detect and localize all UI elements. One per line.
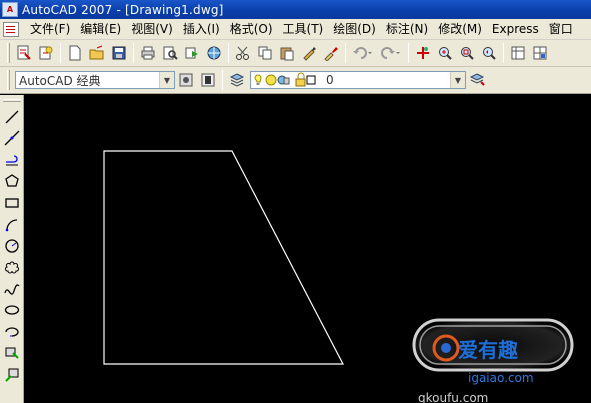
- pan-icon[interactable]: [413, 43, 433, 63]
- polygon-icon[interactable]: [2, 171, 22, 193]
- insert-block-icon[interactable]: [2, 343, 22, 365]
- make-object-layer-current-icon[interactable]: [467, 70, 487, 90]
- properties-icon[interactable]: [508, 43, 528, 63]
- redo-icon[interactable]: [378, 43, 404, 63]
- chevron-down-icon[interactable]: ▼: [159, 72, 174, 88]
- watermark-url: igaiao.com: [468, 371, 534, 385]
- site-watermark: 爱有趣 igaiao.com qkoufu.com: [406, 316, 591, 403]
- make-block-icon[interactable]: [2, 364, 22, 386]
- paste-icon[interactable]: [277, 43, 297, 63]
- standard-toolbar: [0, 40, 591, 67]
- menu-tools[interactable]: 工具(T): [278, 19, 329, 40]
- 3d-dwf-icon[interactable]: [204, 43, 224, 63]
- workspace-value: AutoCAD 经典: [19, 73, 101, 88]
- autocad-app-icon[interactable]: A: [2, 2, 18, 17]
- menu-dimension[interactable]: 标注(N): [381, 19, 433, 40]
- design-center-icon[interactable]: [530, 43, 550, 63]
- menu-express[interactable]: Express: [487, 19, 544, 40]
- zoom-realtime-icon[interactable]: [435, 43, 455, 63]
- watermark-subtext: qkoufu.com: [418, 391, 488, 403]
- menu-window[interactable]: 窗口: [544, 19, 578, 40]
- menu-edit[interactable]: 编辑(E): [75, 19, 126, 40]
- plot-preview-icon[interactable]: [36, 43, 56, 63]
- menu-file[interactable]: 文件(F): [25, 19, 75, 40]
- arc-icon[interactable]: [2, 214, 22, 236]
- window-title: AutoCAD 2007 - [Drawing1.dwg]: [22, 2, 224, 17]
- save-icon[interactable]: [109, 43, 129, 63]
- draw-toolbar: [0, 95, 24, 403]
- revision-cloud-icon[interactable]: [2, 257, 22, 279]
- menu-format[interactable]: 格式(O): [225, 19, 278, 40]
- toolbar-grip[interactable]: [7, 43, 10, 63]
- document-icon[interactable]: [3, 21, 19, 37]
- zoom-window-icon[interactable]: [457, 43, 477, 63]
- menu-modify[interactable]: 修改(M): [433, 19, 487, 40]
- ellipse-icon[interactable]: [2, 300, 22, 322]
- publish-icon[interactable]: [182, 43, 202, 63]
- spline-icon[interactable]: [2, 278, 22, 300]
- chevron-down-icon[interactable]: ▼: [450, 72, 465, 88]
- construction-line-icon[interactable]: [2, 128, 22, 150]
- layer-dropdown[interactable]: 0 ▼: [250, 71, 466, 89]
- copy-icon[interactable]: [255, 43, 275, 63]
- open-icon[interactable]: [87, 43, 107, 63]
- toolbar-grip[interactable]: [7, 70, 10, 90]
- workspace-settings-icon[interactable]: [176, 70, 196, 90]
- toolbar-grip[interactable]: [2, 99, 21, 102]
- workspace-dropdown[interactable]: AutoCAD 经典 ▼: [15, 71, 175, 89]
- block-editor-icon[interactable]: [321, 43, 341, 63]
- workspaces-layers-toolbar: AutoCAD 经典 ▼ 0 ▼: [0, 67, 591, 94]
- polyline-icon[interactable]: [2, 149, 22, 171]
- layer-state-icons: [254, 72, 316, 87]
- ellipse-arc-icon[interactable]: [2, 321, 22, 343]
- cut-icon[interactable]: [233, 43, 253, 63]
- new-icon[interactable]: [65, 43, 85, 63]
- undo-icon[interactable]: [350, 43, 376, 63]
- zoom-previous-icon[interactable]: [479, 43, 499, 63]
- layer-name: 0: [326, 73, 334, 87]
- rectangle-icon[interactable]: [2, 192, 22, 214]
- menu-insert[interactable]: 插入(I): [178, 19, 225, 40]
- preview-icon[interactable]: [160, 43, 180, 63]
- menu-view[interactable]: 视图(V): [126, 19, 178, 40]
- match-properties-icon[interactable]: [299, 43, 319, 63]
- trapezoid-shape[interactable]: [103, 150, 344, 365]
- title-bar: A AutoCAD 2007 - [Drawing1.dwg]: [0, 0, 591, 19]
- print-icon[interactable]: [138, 43, 158, 63]
- menu-bar: 文件(F) 编辑(E) 视图(V) 插入(I) 格式(O) 工具(T) 绘图(D…: [0, 19, 591, 40]
- line-icon[interactable]: [2, 106, 22, 128]
- layer-properties-icon[interactable]: [227, 70, 247, 90]
- menu-draw[interactable]: 绘图(D): [328, 19, 381, 40]
- workspace-save-icon[interactable]: [198, 70, 218, 90]
- circle-icon[interactable]: [2, 235, 22, 257]
- plot-icon[interactable]: [14, 43, 34, 63]
- watermark-logo-text: 爱有趣: [458, 338, 519, 362]
